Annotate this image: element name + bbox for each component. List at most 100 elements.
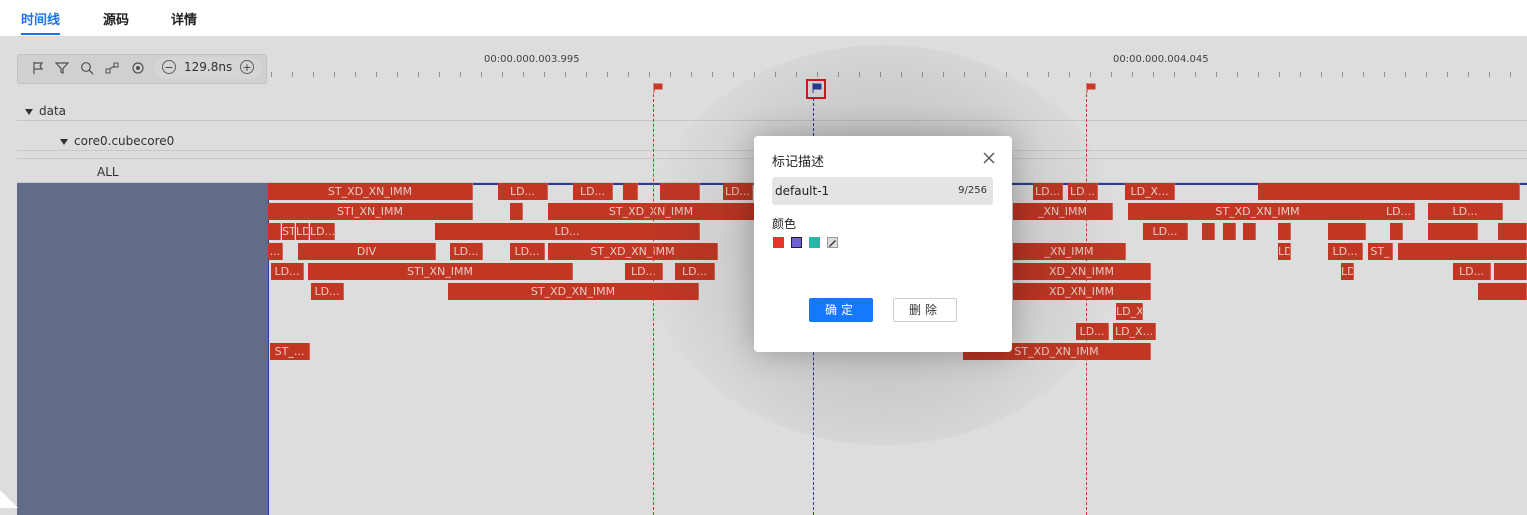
instruction-block[interactable]: LD... (1068, 183, 1098, 200)
instruction-block[interactable] (510, 203, 523, 220)
instruction-block[interactable]: ST_XD_XN_IMM (1128, 203, 1388, 220)
instruction-block[interactable]: LD_X... (1125, 183, 1175, 200)
instruction-block[interactable]: ST_XD_XN_IMM (548, 203, 755, 220)
instruction-block[interactable] (1202, 223, 1215, 240)
search-icon[interactable] (80, 61, 94, 75)
instruction-block[interactable]: ST_ (1368, 243, 1393, 260)
instruction-block[interactable] (1258, 183, 1520, 200)
instruction-block[interactable]: LD... (1428, 203, 1503, 220)
instruction-block[interactable]: LD... (498, 183, 548, 200)
instruction-block[interactable]: ST_XD_XN_IMM (268, 183, 473, 200)
instruction-block[interactable]: LD... (310, 223, 335, 240)
color-swatch-purple[interactable] (791, 237, 802, 248)
caret-down-icon[interactable] (25, 108, 33, 115)
filter-icon[interactable] (55, 61, 69, 75)
ruler-tick (649, 72, 650, 77)
ruler-tick (271, 72, 272, 77)
instruction-block[interactable]: STI_XN_IMM (268, 203, 473, 220)
tab-timeline[interactable]: 时间线 (21, 9, 61, 35)
ruler-tick (1258, 72, 1259, 77)
tab-source[interactable]: 源码 (103, 9, 129, 28)
marker-flag-red-icon[interactable] (1086, 83, 1096, 93)
marker-description-input[interactable]: default-1 9/256 (772, 177, 993, 205)
instruction-block[interactable] (268, 223, 281, 240)
instruction-block[interactable]: LD... (1328, 243, 1363, 260)
instruction-block[interactable]: LD... (510, 243, 545, 260)
instruction-block[interactable]: LD... (1383, 203, 1415, 220)
ruler-tick (481, 72, 482, 77)
instruction-block[interactable]: LD... (450, 243, 483, 260)
ruler-tick (796, 72, 797, 77)
instruction-block[interactable]: LD... (1341, 263, 1354, 280)
instruction-block[interactable]: _XN_IMM (1013, 243, 1126, 260)
instruction-block[interactable]: ST_XD_XN_IMM (548, 243, 718, 260)
instruction-block[interactable] (1428, 223, 1478, 240)
instruction-block[interactable]: LD_X... (1113, 323, 1156, 340)
instruction-block[interactable]: XD_XN_IMM (1013, 263, 1151, 280)
ruler-tick (586, 72, 587, 77)
ruler-tick (880, 72, 881, 77)
instruction-block[interactable]: LD... (271, 263, 304, 280)
time-ruler[interactable]: 00:00.000.003.995 00:00.000.004.045 (268, 36, 1527, 121)
caret-down-icon[interactable] (60, 138, 68, 145)
marker-line (1086, 94, 1087, 515)
delete-button[interactable]: 删除 (893, 298, 957, 322)
flag-icon[interactable] (31, 61, 45, 75)
instruction-block[interactable]: ST_XD_XN_IMM (448, 283, 699, 300)
marker-flag-blue-icon[interactable] (812, 83, 822, 93)
instruction-block[interactable]: ST_XD_XN_IMM (282, 223, 295, 240)
instruction-block[interactable]: LD... (723, 183, 753, 200)
instruction-block[interactable]: STI_XN_IMM (308, 263, 573, 280)
ruler-tick (1237, 72, 1238, 77)
instruction-block[interactable] (1390, 223, 1403, 240)
color-swatch-teal[interactable] (809, 237, 820, 248)
confirm-button[interactable]: 确定 (809, 298, 873, 322)
instruction-block[interactable]: LD... (1033, 183, 1063, 200)
instruction-block[interactable] (1243, 223, 1256, 240)
instruction-block[interactable] (1278, 223, 1291, 240)
instruction-block[interactable]: LD... (573, 183, 613, 200)
tree-node-all[interactable]: ALL (97, 165, 119, 179)
ruler-tick (1426, 72, 1427, 77)
custom-color-picker-icon[interactable] (827, 237, 838, 248)
zoom-out-button[interactable]: − (162, 60, 176, 74)
instruction-block[interactable]: LD... (1278, 243, 1291, 260)
instruction-block[interactable] (623, 183, 638, 200)
instruction-block[interactable] (1478, 283, 1527, 300)
instruction-block[interactable]: DIV (298, 243, 436, 260)
instruction-block[interactable]: LD_X... (1116, 303, 1143, 320)
instruction-block[interactable]: XD_XN_IMM (1013, 283, 1151, 300)
instruction-block[interactable] (1498, 223, 1527, 240)
corner-decoration (0, 490, 18, 508)
instruction-block[interactable]: ST_... (270, 343, 310, 360)
instruction-block[interactable] (660, 183, 700, 200)
tree-node-data[interactable]: data (25, 104, 66, 118)
instruction-block[interactable]: ... (268, 243, 283, 260)
instruction-block[interactable]: LD... (435, 223, 700, 240)
close-icon[interactable] (982, 151, 996, 165)
ruler-tick (922, 72, 923, 77)
instruction-block[interactable]: LD... (625, 263, 663, 280)
instruction-block[interactable]: LD... (1453, 263, 1491, 280)
tree-node-core[interactable]: core0.cubecore0 (60, 134, 174, 148)
target-icon[interactable] (131, 61, 145, 75)
instruction-block[interactable] (1494, 263, 1527, 280)
instruction-block[interactable]: LD... (311, 283, 344, 300)
instruction-block[interactable]: LD... (1143, 223, 1188, 240)
ruler-tick (1090, 72, 1091, 77)
instruction-block[interactable]: LD... (675, 263, 715, 280)
color-swatch-red[interactable] (773, 237, 784, 248)
ruler-tick (523, 72, 524, 77)
instruction-block[interactable] (1328, 223, 1366, 240)
instruction-block[interactable] (1398, 243, 1527, 260)
marker-flag-red-icon[interactable] (653, 83, 663, 93)
link-icon[interactable] (105, 61, 119, 75)
instruction-block[interactable]: LD... (1076, 323, 1109, 340)
zoom-in-button[interactable]: + (240, 60, 254, 74)
timeline-toolbar: − 129.8ns + (17, 54, 267, 84)
instruction-block[interactable] (1223, 223, 1236, 240)
ruler-tick (1174, 72, 1175, 77)
instruction-block[interactable]: _XN_IMM (1013, 203, 1113, 220)
instruction-block[interactable]: LD_X... (296, 223, 309, 240)
tab-details[interactable]: 详情 (171, 9, 197, 28)
